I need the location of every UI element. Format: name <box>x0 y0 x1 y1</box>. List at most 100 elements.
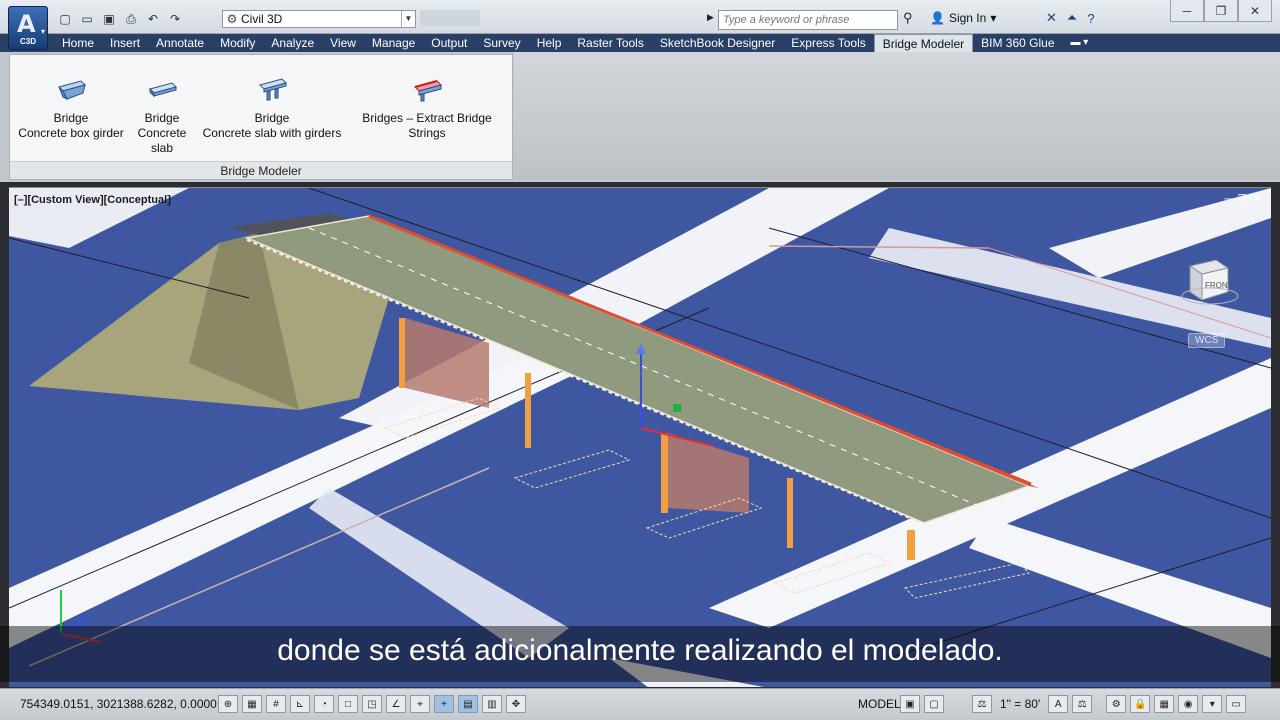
tab-modify[interactable]: Modify <box>212 34 263 52</box>
close-icon[interactable]: ✕ <box>1253 194 1261 205</box>
wcs-menu[interactable]: WCS <box>1188 333 1226 348</box>
save-icon[interactable]: ▣ <box>100 11 118 27</box>
workspace-switching-icon[interactable]: ⚙ <box>1106 695 1127 713</box>
chevron-down-icon: ▾ <box>40 27 45 36</box>
help-icons: ✕ ⏶ ? <box>1046 10 1095 26</box>
quick-properties-icon[interactable]: ✥ <box>506 695 526 713</box>
application-menu-button[interactable]: A C3D ▾ <box>8 6 48 50</box>
button-label-line2: Concrete slab <box>137 126 187 155</box>
extract-bridge-strings-button[interactable]: Bridges – Extract Bridge Strings <box>344 77 510 141</box>
ortho-icon[interactable]: ⊾ <box>290 695 310 713</box>
chevron-down-icon[interactable]: ▼ <box>401 11 415 27</box>
tab-sketchbook-designer[interactable]: SketchBook Designer <box>652 34 783 52</box>
annotation-visibility-icon[interactable]: A <box>1048 695 1069 713</box>
tab-home[interactable]: Home <box>54 34 102 52</box>
panel-title: Bridge Modeler <box>10 161 512 179</box>
minimize-icon[interactable]: ─ <box>1170 0 1204 22</box>
slab-icon <box>149 82 177 98</box>
dynamic-input-icon[interactable]: + <box>434 695 454 713</box>
clean-screen-icon[interactable]: ▭ <box>1226 695 1247 713</box>
status-menu-icon[interactable]: ▾ <box>1202 695 1223 713</box>
slab-girders-icon <box>259 78 287 101</box>
button-label-line1: Bridges – Extract Bridge Strings <box>362 111 492 140</box>
transparency-icon[interactable]: ▥ <box>482 695 502 713</box>
concrete-box-girder-button[interactable]: Bridge Concrete box girder <box>16 77 126 141</box>
ribbon-options-icon[interactable]: ▬ ▾ <box>1063 34 1097 52</box>
ducs-icon[interactable]: ⌖ <box>410 695 430 713</box>
auto-scale-icon[interactable]: ⚖ <box>1072 695 1093 713</box>
infer-constraints-icon[interactable]: ⊕ <box>218 695 238 713</box>
coordinates-readout[interactable]: 754349.0151, 3021388.6282, 0.0000 <box>20 697 217 711</box>
workspace-selector[interactable]: ⚙ Civil 3D ▼ <box>222 10 416 28</box>
quick-view-layouts-icon[interactable]: ▣ <box>900 695 920 713</box>
polar-tracking-icon[interactable]: ◔ <box>314 695 334 713</box>
new-file-icon[interactable]: ▢ <box>56 11 74 27</box>
box-girder-icon <box>58 80 86 101</box>
tab-help[interactable]: Help <box>529 34 570 52</box>
tab-insert[interactable]: Insert <box>102 34 148 52</box>
3d-osnap-icon[interactable]: ◳ <box>362 695 382 713</box>
button-label-line2: Concrete slab with girders <box>202 126 342 140</box>
button-label-line1: Bridge <box>254 111 290 125</box>
print-icon[interactable]: ⎙ <box>122 11 140 27</box>
annotation-scale-value[interactable]: 1" = 80' <box>996 697 1044 711</box>
tab-bim-360-glue[interactable]: BIM 360 Glue <box>973 34 1062 52</box>
tab-annotate[interactable]: Annotate <box>148 34 212 52</box>
tab-manage[interactable]: Manage <box>364 34 423 52</box>
annotation-scale-icon[interactable]: ⚖ <box>972 695 992 713</box>
binoculars-icon[interactable]: ⚲ <box>903 10 913 26</box>
button-label-line2: Concrete box girder <box>18 126 124 140</box>
lineweight-icon[interactable]: ▤ <box>458 695 478 713</box>
hardware-acceleration-icon[interactable]: ▦ <box>1154 695 1175 713</box>
document-title <box>420 10 480 26</box>
redo-icon[interactable]: ↷ <box>166 11 184 27</box>
object-snap-tracking-icon[interactable]: ∠ <box>386 695 406 713</box>
viewport-window-controls: ─ ❐ ✕ <box>1225 194 1261 205</box>
tab-view[interactable]: View <box>322 34 364 52</box>
chevron-down-icon: ▾ <box>990 11 997 25</box>
viewcube[interactable]: FRONT <box>1180 252 1240 312</box>
button-label-line1: Bridge <box>53 111 89 125</box>
expand-search-icon[interactable]: ▶ <box>707 12 714 23</box>
close-icon[interactable]: ✕ <box>1238 0 1272 22</box>
tab-express-tools[interactable]: Express Tools <box>783 34 873 52</box>
search-box[interactable] <box>718 10 898 30</box>
tab-survey[interactable]: Survey <box>475 34 528 52</box>
sign-in-label: Sign In <box>948 11 987 25</box>
viewport-label[interactable]: [–][Custom View][Conceptual] <box>14 194 171 206</box>
search-input[interactable] <box>723 14 893 26</box>
extract-strings-icon <box>414 80 442 102</box>
gear-icon: ⚙ <box>226 12 238 26</box>
sign-in-button[interactable]: 👤 Sign In ▾ <box>930 11 996 25</box>
exchange-icon[interactable]: ✕ <box>1046 10 1057 26</box>
quick-access-toolbar: ▢ ▭ ▣ ⎙ ↶ ↷ <box>56 10 184 28</box>
object-snap-icon[interactable]: □ <box>338 695 358 713</box>
bridge-modeler-panel: Bridge Concrete box girder Bridge Concre… <box>9 54 513 180</box>
concrete-slab-with-girders-button[interactable]: Bridge Concrete slab with girders <box>202 77 342 141</box>
undo-icon[interactable]: ↶ <box>144 11 162 27</box>
snap-mode-icon[interactable]: ▦ <box>242 695 262 713</box>
tab-analyze[interactable]: Analyze <box>263 34 322 52</box>
open-file-icon[interactable]: ▭ <box>78 11 96 27</box>
status-right-tools: ▣ ▢ ⚖ 1" = 80' A ⚖ ⚙ 🔒 ▦ ◉ ▾ ▭ <box>900 695 1247 713</box>
help-icon[interactable]: ? <box>1087 11 1094 26</box>
status-bar: 754349.0151, 3021388.6282, 0.0000 ⊕ ▦ # … <box>0 688 1280 720</box>
grid-icon[interactable]: # <box>266 695 286 713</box>
minimize-icon[interactable]: ─ <box>1225 194 1232 205</box>
isolate-objects-icon[interactable]: ◉ <box>1178 695 1199 713</box>
bridge-3d-model <box>9 188 1271 687</box>
lock-icon[interactable]: 🔒 <box>1130 695 1151 713</box>
tab-raster-tools[interactable]: Raster Tools <box>569 34 651 52</box>
drawing-viewport[interactable]: [–][Custom View][Conceptual] ─ ❐ ✕ <box>9 187 1271 687</box>
restore-icon[interactable]: ❐ <box>1204 0 1238 22</box>
tab-bridge-modeler[interactable]: Bridge Modeler <box>873 34 974 52</box>
user-icon: 👤 <box>930 11 945 25</box>
model-space-toggle[interactable]: MODEL <box>858 697 901 711</box>
title-bar: A C3D ▾ ▢ ▭ ▣ ⎙ ↶ ↷ ⚙ Civil 3D ▼ ▶ ⚲ 👤 S… <box>0 0 1280 50</box>
window-controls: ─ ❐ ✕ <box>1170 0 1272 22</box>
tab-output[interactable]: Output <box>423 34 475 52</box>
concrete-slab-button[interactable]: Bridge Concrete slab <box>126 77 198 156</box>
restore-icon[interactable]: ❐ <box>1238 194 1247 205</box>
autodesk-360-icon[interactable]: ⏶ <box>1067 10 1077 26</box>
quick-view-drawings-icon[interactable]: ▢ <box>924 695 944 713</box>
